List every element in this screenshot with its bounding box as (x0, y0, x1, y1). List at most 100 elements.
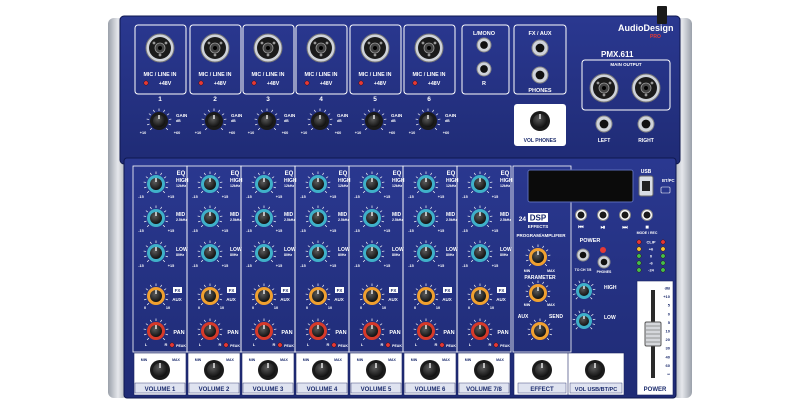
channel-volume-label: VOLUME 3 (253, 387, 284, 393)
fader-scale-label: dB (665, 286, 670, 291)
vol-max-label: MAX (334, 358, 342, 362)
aux-send-aux-label: AUX (518, 314, 529, 320)
phones-jack[interactable] (531, 66, 549, 84)
gain-label: GAIN (176, 113, 187, 118)
phantom-label: +48V (428, 81, 441, 87)
mic-line-input-4[interactable] (306, 33, 336, 63)
eq-freq-label: 2.5kHz (230, 218, 241, 222)
jack-center (213, 46, 217, 50)
eq-min-label: -15 (354, 195, 360, 199)
xlr-pin (325, 41, 329, 45)
mic-line-input-1[interactable] (145, 33, 175, 63)
small-phones-jack[interactable] (597, 255, 611, 269)
vol-min-label: MIN (195, 358, 202, 362)
peak-led (223, 342, 229, 348)
peak-led (493, 342, 499, 348)
channel-volume-label: VOLUME 2 (199, 387, 230, 393)
gain-sub-label: dB (337, 119, 342, 123)
eq-min-label: -15 (300, 264, 306, 268)
eq-min-label: -15 (462, 264, 468, 268)
gain-min-label: +10 (195, 131, 201, 135)
main-output-left-jack[interactable] (595, 115, 613, 133)
stereo-right-label: R (482, 81, 486, 87)
eq-min-label: -15 (138, 229, 144, 233)
meter-led-left (636, 246, 642, 252)
meter-led-left (636, 260, 642, 266)
eq-min-label: -15 (300, 195, 306, 199)
main-output-left-xlr[interactable] (589, 73, 619, 103)
dsp-sub: EFFECTS (528, 224, 549, 229)
phantom-label: +48V (374, 81, 387, 87)
power-switch[interactable] (657, 6, 667, 24)
input-label: MIC / LINE IN (413, 72, 446, 78)
gain-label: GAIN (445, 113, 456, 118)
fx-max-label: 10 (220, 306, 224, 310)
mic-line-input-3[interactable] (253, 33, 283, 63)
jack-hole (579, 251, 587, 259)
eq-freq-label: 80Hz (392, 253, 400, 257)
fx-aux-label: FX / AUX (528, 31, 551, 37)
peak-label: PEAK (500, 344, 510, 348)
phantom-led (198, 80, 204, 86)
fx-max-label: 10 (382, 306, 386, 310)
phantom-label: +48V (320, 81, 333, 87)
main-output-right-jack[interactable] (637, 115, 655, 133)
eq-max-label: +15 (384, 195, 390, 199)
fx-max-label: 10 (436, 306, 440, 310)
pan-right-label: R (219, 342, 222, 347)
gain-sub-label: dB (231, 119, 236, 123)
input-label: MIC / LINE IN (359, 72, 392, 78)
main-output-right-xlr[interactable] (631, 73, 661, 103)
eq-min-label: -15 (246, 195, 252, 199)
eq-title: EQ (447, 171, 456, 177)
eq-freq-label: 2.5kHz (500, 218, 511, 222)
vol-max-label: MAX (226, 358, 234, 362)
peak-label: PEAK (284, 344, 294, 348)
eq-min-label: -15 (354, 264, 360, 268)
gain-min-label: +10 (248, 131, 254, 135)
eq-min-label: -15 (192, 264, 198, 268)
eq-max-label: +15 (330, 264, 336, 268)
phantom-led (412, 80, 418, 86)
mic-line-input-6[interactable] (414, 33, 444, 63)
gain-sub-label: dB (391, 119, 396, 123)
small-phones-label: PHONES (597, 270, 612, 274)
pan-label: PAN (227, 330, 238, 336)
brand-tag: PRO (650, 34, 661, 40)
xlr-pin (596, 81, 600, 85)
channel-volume-label: VOLUME 1 (145, 387, 176, 393)
vol-min-label: MIN (357, 358, 364, 362)
to-ch-78-jack[interactable] (576, 248, 590, 262)
usb-slot (642, 181, 650, 191)
jack-hole (599, 119, 609, 129)
mic-line-input-2[interactable] (200, 33, 230, 63)
master-fader-handle[interactable] (644, 321, 662, 347)
player-display (527, 169, 634, 203)
dsp-max-label: MAX (547, 269, 555, 273)
peak-label: PEAK (446, 344, 456, 348)
fx-aux-jack[interactable] (531, 39, 549, 57)
eq-title: EQ (501, 171, 510, 177)
fx-max-label: 10 (166, 306, 170, 310)
channel-number: 1 (158, 96, 162, 103)
xlr-pin (379, 41, 383, 45)
eq-max-label: +15 (438, 229, 444, 233)
eq-freq-label: 2.5kHz (284, 218, 295, 222)
gain-min-label: +10 (140, 131, 146, 135)
stereo-input-right-jack[interactable] (476, 61, 492, 77)
xlr-pin (427, 53, 431, 57)
eq-max-label: +15 (222, 195, 228, 199)
gain-label: GAIN (231, 113, 242, 118)
pan-right-label: R (381, 342, 384, 347)
pan-label: PAN (335, 330, 346, 336)
fx-min-label: 0 (252, 306, 254, 310)
aux-label: AUX (172, 297, 182, 302)
stereo-input-left-jack[interactable] (476, 37, 492, 53)
stereo-left-label: L/MONO (473, 31, 496, 37)
pan-right-label: R (273, 342, 276, 347)
eq-title: EQ (339, 171, 348, 177)
channel-volume-label: VOLUME 7/8 (466, 387, 502, 393)
next-icon: ⏭ (622, 225, 628, 231)
mic-line-input-5[interactable] (360, 33, 390, 63)
eq-min-label: -15 (462, 229, 468, 233)
